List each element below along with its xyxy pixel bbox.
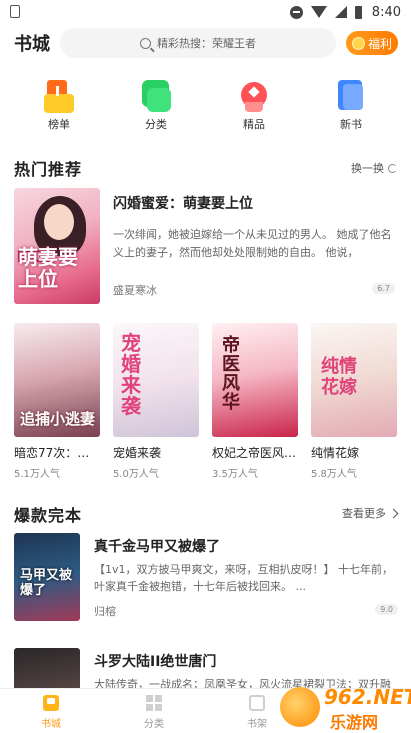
featured-book-title[interactable]: 闪婚蜜爱：萌妻要上位 bbox=[113, 193, 253, 213]
tab-bookstore[interactable]: 书城 bbox=[21, 693, 81, 730]
featured-book-desc: 一次绯闻，她被迫嫁给一个从未见过的男人。 她成了他名义上的妻子，然而他却处处限制… bbox=[113, 228, 392, 259]
status-bar: 8:40 bbox=[0, 0, 411, 24]
category-label: 精品 bbox=[243, 118, 265, 131]
book-popularity: 5.1万人气 bbox=[14, 469, 60, 480]
search-icon bbox=[140, 37, 151, 49]
search-placeholder: 精彩热搜：荣耀王者 bbox=[157, 37, 256, 50]
tab-label: 书城 bbox=[41, 719, 61, 730]
book-cover: 帝医风华 bbox=[212, 323, 298, 437]
page-title: 书城 bbox=[14, 34, 50, 55]
bookstore-icon bbox=[43, 695, 59, 711]
premium-icon bbox=[239, 80, 269, 113]
chevron-right-icon bbox=[388, 508, 399, 518]
top-bar: 书城 精彩热搜：荣耀王者 福利 bbox=[0, 28, 411, 60]
hot-book-grid: 追捕小逃妻 暗恋77次：追… 5.1万人气 宠婚来袭 宠婚来袭 5.0万人气 帝… bbox=[14, 323, 400, 483]
rank-icon bbox=[44, 80, 74, 113]
category-rank[interactable]: 榜单 bbox=[29, 80, 89, 132]
book-popularity: 3.5万人气 bbox=[212, 469, 258, 480]
cover-title: 萌妻要上位 bbox=[18, 245, 78, 291]
book-name: 暗恋77次：追… bbox=[14, 446, 100, 460]
hot-section-title: 热门推荐 bbox=[14, 160, 83, 179]
view-more-label: 查看更多 bbox=[342, 507, 386, 520]
cover-title: 马甲又被爆了 bbox=[20, 568, 73, 598]
tab-category[interactable]: 分类 bbox=[124, 693, 184, 730]
wifi-icon bbox=[310, 6, 327, 18]
site-watermark: 962.NET 乐游网 bbox=[280, 683, 411, 732]
watermark-bottom: 乐游网 bbox=[330, 713, 379, 732]
book-score: 9.0 bbox=[375, 604, 398, 615]
cover-title: 宠婚来袭 bbox=[121, 331, 141, 418]
category-premium[interactable]: 精品 bbox=[224, 80, 284, 132]
refresh-button[interactable]: 换一换 bbox=[351, 160, 397, 176]
cover-title: 纯情花嫁 bbox=[321, 356, 357, 398]
category-new[interactable]: 新书 bbox=[321, 80, 381, 132]
tab-bookshelf[interactable]: 书架 bbox=[227, 693, 287, 730]
view-more-button[interactable]: 查看更多 bbox=[342, 505, 399, 521]
book-cover: 追捕小逃妻 bbox=[14, 323, 100, 437]
cover-title: 帝医风华 bbox=[222, 335, 240, 413]
book-cover bbox=[14, 648, 80, 688]
book-cover: 宠婚来袭 bbox=[113, 323, 199, 437]
welfare-button[interactable]: 福利 bbox=[346, 31, 398, 55]
book-card[interactable]: 纯情花嫁 纯情花嫁 5.8万人气 bbox=[311, 323, 397, 480]
tab-label: 分类 bbox=[144, 719, 164, 730]
category-classify[interactable]: 分类 bbox=[126, 80, 186, 132]
status-time: 8:40 bbox=[371, 4, 401, 20]
refresh-icon bbox=[388, 163, 397, 173]
category-label: 分类 bbox=[145, 118, 167, 131]
category-label: 榜单 bbox=[48, 118, 70, 131]
book-popularity: 5.0万人气 bbox=[113, 469, 159, 480]
do-not-disturb-icon bbox=[289, 5, 303, 19]
refresh-label: 换一换 bbox=[351, 162, 384, 175]
featured-book-author: 盛夏寒冰 bbox=[113, 284, 157, 297]
book-name: 宠婚来袭 bbox=[113, 446, 162, 460]
book-popularity: 5.8万人气 bbox=[311, 469, 357, 480]
grid-icon bbox=[146, 695, 162, 711]
watermark-logo-icon bbox=[280, 687, 320, 727]
category-icon bbox=[141, 80, 171, 113]
book-title: 真千金马甲又被爆了 bbox=[94, 539, 220, 555]
cover-art bbox=[44, 204, 74, 240]
book-cover: 纯情花嫁 bbox=[311, 323, 397, 437]
book-desc: 【1v1，双方披马甲爽文，来呀，互相扒皮呀！】 十七年前，叶家真千金被抱错，十七… bbox=[94, 563, 394, 593]
featured-book-cover[interactable]: 闪婚蜜爱 萌妻要上位 bbox=[14, 188, 100, 304]
bookshelf-icon bbox=[249, 695, 265, 711]
signal-icon bbox=[334, 6, 347, 18]
book-card[interactable]: 追捕小逃妻 暗恋77次：追… 5.1万人气 bbox=[14, 323, 100, 480]
finished-section-title: 爆款完本 bbox=[14, 506, 83, 525]
book-title: 斗罗大陆II绝世唐门 bbox=[94, 654, 217, 670]
coin-icon bbox=[351, 36, 365, 50]
new-book-icon bbox=[336, 80, 366, 113]
book-name: 权妃之帝医风… bbox=[212, 446, 297, 460]
book-author: 归榕 bbox=[94, 605, 116, 618]
featured-book-score: 6.7 bbox=[372, 283, 395, 294]
book-card[interactable]: 宠婚来袭 宠婚来袭 5.0万人气 bbox=[113, 323, 199, 480]
book-card[interactable]: 帝医风华 权妃之帝医风… 3.5万人气 bbox=[212, 323, 298, 480]
tab-label: 书架 bbox=[247, 719, 267, 730]
battery-icon bbox=[354, 5, 362, 19]
cover-title: 追捕小逃妻 bbox=[20, 410, 96, 428]
watermark-top: 962.NET bbox=[324, 685, 411, 709]
list-item[interactable]: 马甲又被爆了 真千金马甲又被爆了 【1v1，双方披马甲爽文，来呀，互相扒皮呀！】… bbox=[14, 533, 400, 625]
book-name: 纯情花嫁 bbox=[311, 446, 360, 460]
book-cover: 马甲又被爆了 bbox=[14, 533, 80, 621]
category-shortcuts: 榜单 分类 精品 新书 bbox=[0, 80, 411, 132]
welfare-label: 福利 bbox=[367, 36, 392, 51]
list-item[interactable]: 斗罗大陆II绝世唐门 大陆传奇，一战成名；凤凰圣女，风火流星裙裂卫法；双升融 bbox=[14, 648, 400, 688]
category-label: 新书 bbox=[340, 118, 362, 131]
notification-icon bbox=[10, 5, 20, 18]
search-input[interactable]: 精彩热搜：荣耀王者 bbox=[60, 28, 336, 58]
